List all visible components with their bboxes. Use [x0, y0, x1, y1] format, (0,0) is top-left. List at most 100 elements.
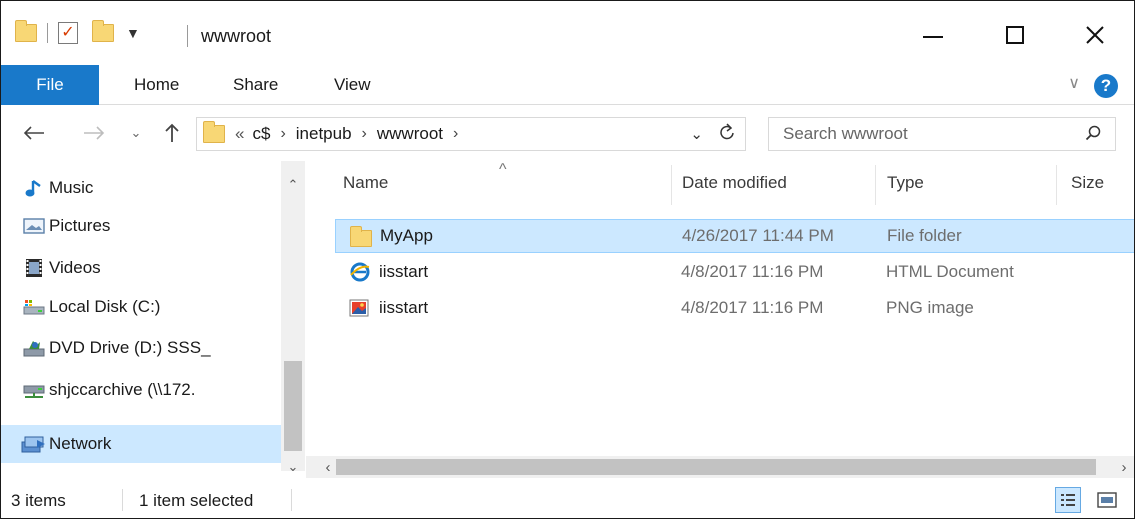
file-date: 4/26/2017 11:44 PM: [682, 226, 834, 245]
file-type: File folder: [887, 226, 962, 245]
nav-item-videos[interactable]: Videos: [1, 249, 281, 287]
selection-count: 1 item selected: [139, 491, 254, 510]
file-name: iisstart: [379, 298, 429, 317]
maximize-icon: [1006, 26, 1024, 44]
table-row[interactable]: MyApp 4/26/2017 11:44 PM File folder: [335, 219, 1134, 253]
customize-toolbar-icon[interactable]: ▼: [126, 25, 140, 41]
file-list: ^ Name Date modified Type Size MyApp 4/2…: [321, 161, 1134, 451]
file-type: PNG image: [886, 298, 974, 317]
address-history-icon[interactable]: ⌄: [690, 125, 703, 143]
title-separator: [187, 25, 188, 47]
file-name: MyApp: [380, 226, 433, 245]
folder-icon: [350, 226, 372, 250]
navigation-pane: Music Pictures Videos Local Disk (C:) DV…: [1, 161, 306, 474]
search-icon[interactable]: [1085, 125, 1101, 141]
file-date: 4/8/2017 11:16 PM: [681, 298, 824, 317]
column-header-type[interactable]: Type: [887, 173, 924, 193]
nav-item-label: Music: [49, 178, 94, 197]
close-icon: [1086, 26, 1104, 44]
search-placeholder: Search wwwroot: [783, 124, 908, 143]
nav-item-pictures[interactable]: Pictures: [1, 207, 281, 245]
breadcrumb-item-c[interactable]: c$: [252, 124, 270, 144]
large-icons-view-icon: [1097, 492, 1117, 508]
expand-ribbon-icon[interactable]: ∨: [1068, 73, 1080, 93]
table-row[interactable]: iisstart 4/8/2017 11:16 PM PNG image: [335, 291, 1134, 325]
sort-ascending-icon: ^: [499, 161, 507, 178]
back-arrow-icon: [23, 126, 44, 140]
tab-view[interactable]: View: [334, 65, 371, 105]
html-document-icon: [350, 262, 370, 282]
tab-file[interactable]: File: [1, 65, 99, 105]
png-image-icon: [349, 299, 369, 317]
scroll-down-icon[interactable]: ⌄: [281, 457, 305, 477]
chevron-right-icon[interactable]: ›: [453, 125, 458, 143]
folder-icon: [15, 20, 37, 42]
explorer-window: ✓ ▼ wwwroot File Home Share View ∨ ? ⌄ «…: [0, 0, 1135, 519]
chevron-right-icon[interactable]: ›: [280, 125, 285, 143]
nav-pane-scrollbar[interactable]: ⌃ ⌄: [281, 161, 305, 474]
table-row[interactable]: iisstart 4/8/2017 11:16 PM HTML Document: [335, 255, 1134, 289]
local-disk-icon: [23, 300, 45, 315]
breadcrumb-item-wwwroot[interactable]: wwwroot: [377, 124, 443, 144]
pictures-icon: [23, 218, 45, 234]
file-type: HTML Document: [886, 262, 1014, 281]
nav-item-local-disk[interactable]: Local Disk (C:): [1, 288, 281, 326]
nav-item-label: Videos: [49, 258, 101, 277]
breadcrumb-overflow[interactable]: «: [235, 124, 244, 144]
nav-item-network[interactable]: Network: [1, 425, 281, 463]
music-icon: [25, 180, 41, 197]
nav-item-label: DVD Drive (D:) SSS_: [49, 338, 211, 357]
nav-item-network-drive[interactable]: shjccarchive (\\172.: [1, 371, 281, 409]
close-button[interactable]: [1075, 15, 1115, 55]
refresh-button[interactable]: [719, 122, 735, 146]
folder-icon: [203, 121, 225, 143]
maximize-button[interactable]: [995, 15, 1035, 55]
forward-button[interactable]: [79, 117, 109, 149]
status-bar: 3 items 1 item selected: [1, 481, 1134, 518]
scroll-up-icon[interactable]: ⌃: [281, 175, 305, 195]
file-name: iisstart: [379, 262, 429, 281]
column-divider[interactable]: [1056, 165, 1057, 205]
chevron-right-icon[interactable]: ›: [362, 125, 367, 143]
column-header-size[interactable]: Size: [1071, 173, 1104, 193]
column-header-date[interactable]: Date modified: [682, 173, 787, 193]
search-input[interactable]: Search wwwroot: [768, 117, 1116, 151]
dvd-drive-icon: [23, 341, 45, 357]
scrollbar-thumb[interactable]: [284, 361, 302, 451]
tab-share[interactable]: Share: [233, 65, 278, 105]
column-header-name[interactable]: Name: [343, 173, 388, 193]
back-button[interactable]: [19, 117, 49, 149]
recent-locations-icon[interactable]: ⌄: [126, 117, 146, 149]
large-icons-view-button[interactable]: [1095, 489, 1119, 511]
window-title: wwwroot: [201, 26, 272, 46]
ribbon: File Home Share View ∨ ?: [1, 65, 1134, 105]
videos-icon: [26, 259, 42, 277]
forward-arrow-icon: [84, 126, 105, 140]
nav-item-label: shjccarchive (\\172.: [49, 380, 196, 399]
up-arrow-icon: [165, 123, 179, 142]
properties-icon[interactable]: ✓: [58, 22, 78, 44]
details-view-button[interactable]: [1055, 487, 1081, 513]
horizontal-scrollbar[interactable]: ‹ ›: [306, 456, 1134, 478]
network-icon: [21, 436, 45, 453]
file-date: 4/8/2017 11:16 PM: [681, 262, 824, 281]
refresh-icon: [720, 122, 734, 139]
scroll-right-icon[interactable]: ›: [1112, 456, 1134, 478]
address-bar[interactable]: « c$ › inetpub › wwwroot › ⌄: [196, 117, 746, 151]
nav-item-music[interactable]: Music: [1, 169, 281, 207]
tab-home[interactable]: Home: [134, 65, 179, 105]
new-folder-icon[interactable]: [92, 20, 114, 42]
up-button[interactable]: [159, 117, 185, 149]
address-controls: ⌄: [690, 118, 745, 150]
column-divider[interactable]: [875, 165, 876, 205]
nav-item-dvd-drive[interactable]: DVD Drive (D:) SSS_: [1, 329, 281, 367]
column-divider[interactable]: [671, 165, 672, 205]
help-icon[interactable]: ?: [1094, 74, 1118, 98]
breadcrumb: « c$ › inetpub › wwwroot ›: [235, 124, 468, 144]
scrollbar-thumb[interactable]: [336, 459, 1096, 475]
breadcrumb-item-inetpub[interactable]: inetpub: [296, 124, 352, 144]
minimize-button[interactable]: [913, 15, 953, 55]
toolbar-separator: [47, 23, 48, 43]
item-count: 3 items: [11, 491, 66, 510]
status-divider: [122, 489, 123, 511]
